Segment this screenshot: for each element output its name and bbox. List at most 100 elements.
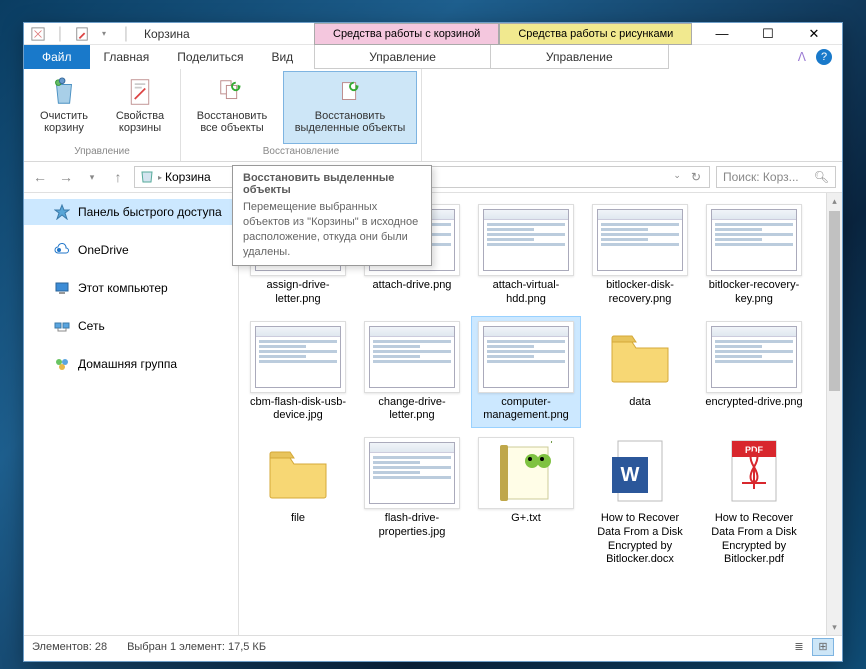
properties-icon[interactable] bbox=[74, 26, 90, 42]
file-thumbnail bbox=[364, 437, 460, 509]
sidebar-item-group[interactable]: Домашняя группа bbox=[24, 351, 238, 377]
breadcrumb-location[interactable]: Корзина bbox=[165, 170, 211, 184]
tooltip-body: Перемещение выбранных объектов из "Корзи… bbox=[243, 200, 421, 259]
file-item[interactable]: cbm-flash-disk-usb-device.jpg bbox=[243, 316, 353, 429]
refresh-icon[interactable]: ↻ bbox=[691, 170, 701, 184]
breadcrumb-chevron-icon: ▸ bbox=[158, 173, 162, 182]
file-item[interactable]: bitlocker-disk-recovery.png bbox=[585, 199, 695, 312]
svg-text:PDF: PDF bbox=[745, 445, 764, 455]
sidebar-item-label: OneDrive bbox=[78, 243, 129, 257]
status-selection: Выбран 1 элемент: 17,5 КБ bbox=[127, 641, 266, 653]
nav-history-dropdown[interactable]: ▾ bbox=[82, 167, 102, 187]
ribbon: Очистить корзину Свойства корзины Управл… bbox=[24, 69, 842, 162]
ribbon-group-manage-label: Управление bbox=[74, 144, 130, 159]
file-thumbnail bbox=[250, 437, 346, 509]
ribbon-group-manage: Очистить корзину Свойства корзины Управл… bbox=[24, 69, 181, 161]
file-thumbnail bbox=[592, 204, 688, 276]
file-label: How to Recover Data From a Disk Encrypte… bbox=[704, 512, 804, 567]
tooltip: Восстановить выделенные объекты Перемеще… bbox=[232, 165, 432, 266]
search-icon: 🔍︎ bbox=[814, 170, 829, 184]
file-item[interactable]: WHow to Recover Data From a Disk Encrypt… bbox=[585, 432, 695, 572]
file-item[interactable]: encrypted-drive.png bbox=[699, 316, 809, 429]
sidebar-item-label: Этот компьютер bbox=[78, 281, 168, 295]
file-label: flash-drive-properties.jpg bbox=[362, 512, 462, 540]
restore-all-label: Восстановить все объекты bbox=[192, 110, 272, 134]
vertical-scrollbar[interactable]: ▴ ▾ bbox=[826, 193, 842, 635]
file-item[interactable]: attach-virtual-hdd.png bbox=[471, 199, 581, 312]
search-input[interactable]: Поиск: Корз... 🔍︎ bbox=[716, 166, 836, 188]
navigation-pane: Панель быстрого доступа OneDrive Этот комп… bbox=[24, 193, 239, 635]
view-large-icons-button[interactable]: ⊞ bbox=[812, 638, 834, 656]
file-item[interactable]: Notepad++ G+.txt bbox=[471, 432, 581, 572]
cloud-icon bbox=[54, 242, 70, 258]
window-title: Корзина bbox=[144, 27, 190, 41]
file-item[interactable]: file bbox=[243, 432, 353, 572]
recycle-bin-small-icon bbox=[139, 168, 155, 187]
file-label: file bbox=[291, 512, 305, 526]
sidebar-item-star[interactable]: Панель быстрого доступа bbox=[24, 199, 238, 225]
tab-manage-pictures[interactable]: Управление bbox=[490, 45, 669, 69]
star-icon bbox=[54, 204, 70, 220]
status-bar: Элементов: 28 Выбран 1 элемент: 17,5 КБ … bbox=[24, 635, 842, 657]
recycle-properties-button[interactable]: Свойства корзины bbox=[104, 71, 176, 144]
scroll-up-arrow-icon[interactable]: ▴ bbox=[827, 193, 842, 209]
file-item[interactable]: data bbox=[585, 316, 695, 429]
svg-text:Notepad++: Notepad++ bbox=[530, 441, 558, 444]
restore-selected-icon bbox=[334, 76, 366, 108]
qat-dropdown-icon[interactable]: ▾ bbox=[96, 26, 112, 42]
collapse-ribbon-icon[interactable]: ᐱ bbox=[798, 50, 806, 64]
file-thumbnail bbox=[592, 321, 688, 393]
file-item[interactable]: computer-management.png bbox=[471, 316, 581, 429]
content-area: Панель быстрого доступа OneDrive Этот комп… bbox=[24, 192, 842, 635]
restore-all-button[interactable]: Восстановить все объекты bbox=[185, 71, 279, 144]
sidebar-item-label: Домашняя группа bbox=[78, 357, 177, 371]
file-label: change-drive-letter.png bbox=[362, 396, 462, 424]
contextual-tabs: Средства работы с корзиной Средства рабо… bbox=[314, 23, 692, 45]
scrollbar-thumb[interactable] bbox=[829, 211, 840, 391]
file-item[interactable]: PDF How to Recover Data From a Disk Encry… bbox=[699, 432, 809, 572]
context-tab-pictures[interactable]: Средства работы с рисунками bbox=[499, 23, 692, 45]
properties-sheet-icon bbox=[124, 76, 156, 108]
sidebar-item-pc[interactable]: Этот компьютер bbox=[24, 275, 238, 301]
address-bar: ← → ▾ ↑ ▸ Корзина ⌄ ↻ Поиск: Корз... 🔍︎ bbox=[24, 162, 842, 192]
minimize-button[interactable]: — bbox=[700, 24, 744, 44]
svg-text:W: W bbox=[621, 464, 640, 486]
restore-selected-button[interactable]: Восстановить выделенные объекты bbox=[283, 71, 417, 144]
sidebar-item-cloud[interactable]: OneDrive bbox=[24, 237, 238, 263]
help-icon[interactable]: ? bbox=[816, 49, 832, 65]
tab-manage-recycle[interactable]: Управление bbox=[314, 45, 491, 69]
explorer-window: | ▾ | Корзина Средства работы с корзиной… bbox=[23, 22, 843, 662]
file-label: attach-drive.png bbox=[373, 279, 452, 293]
tab-home[interactable]: Главная bbox=[90, 45, 164, 69]
file-thumbnail bbox=[706, 321, 802, 393]
file-item[interactable]: bitlocker-recovery-key.png bbox=[699, 199, 809, 312]
file-thumbnail bbox=[478, 321, 574, 393]
file-label: cbm-flash-disk-usb-device.jpg bbox=[248, 396, 348, 424]
address-dropdown-icon[interactable]: ⌄ bbox=[673, 170, 681, 184]
tab-file[interactable]: Файл bbox=[24, 45, 90, 69]
file-item[interactable]: change-drive-letter.png bbox=[357, 316, 467, 429]
tab-view[interactable]: Вид bbox=[257, 45, 307, 69]
file-item[interactable]: flash-drive-properties.jpg bbox=[357, 432, 467, 572]
sidebar-item-net[interactable]: Сеть bbox=[24, 313, 238, 339]
group-icon bbox=[54, 356, 70, 372]
file-thumbnail: Notepad++ bbox=[478, 437, 574, 509]
file-thumbnail: PDF bbox=[706, 437, 802, 509]
empty-recycle-bin-button[interactable]: Очистить корзину bbox=[28, 71, 100, 144]
view-details-button[interactable]: ≣ bbox=[788, 638, 810, 656]
nav-up-button[interactable]: ↑ bbox=[108, 167, 128, 187]
file-label: attach-virtual-hdd.png bbox=[476, 279, 576, 307]
search-placeholder: Поиск: Корз... bbox=[723, 170, 799, 184]
empty-recycle-bin-label: Очистить корзину bbox=[35, 110, 93, 134]
close-button[interactable]: ✕ bbox=[792, 24, 836, 44]
context-tab-recycle[interactable]: Средства работы с корзиной bbox=[314, 23, 499, 45]
recycle-bin-icon bbox=[30, 26, 46, 42]
nav-forward-button[interactable]: → bbox=[56, 167, 76, 187]
nav-back-button[interactable]: ← bbox=[30, 167, 50, 187]
maximize-button[interactable]: ☐ bbox=[746, 24, 790, 44]
file-label: G+.txt bbox=[511, 512, 541, 526]
tab-share[interactable]: Поделиться bbox=[163, 45, 257, 69]
file-thumbnail bbox=[364, 321, 460, 393]
trash-icon bbox=[48, 76, 80, 108]
scroll-down-arrow-icon[interactable]: ▾ bbox=[827, 619, 842, 635]
